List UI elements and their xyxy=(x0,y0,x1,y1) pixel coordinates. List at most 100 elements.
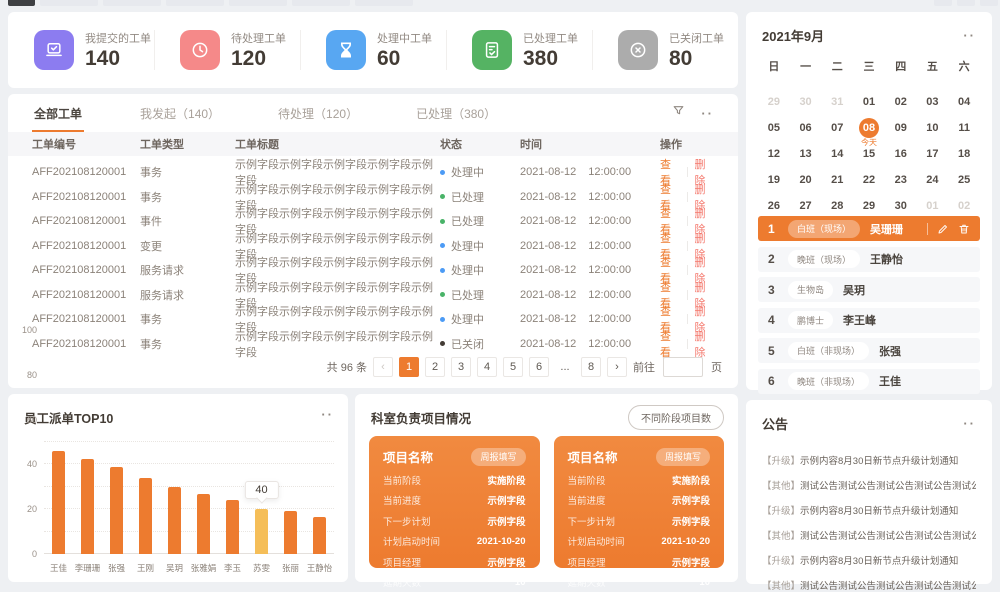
calendar-day[interactable]: 02 xyxy=(885,89,917,115)
calendar-day[interactable]: 18 xyxy=(948,141,980,167)
calendar-day[interactable]: 23 xyxy=(885,167,917,193)
stat-item[interactable]: 我提交的工单140 xyxy=(8,12,154,88)
calendar-day[interactable]: 01 xyxy=(853,89,885,115)
announcement-item[interactable]: 【升级】示例内容8月30日新节点升级计划通知 xyxy=(762,503,976,517)
calendar-day[interactable]: 25 xyxy=(948,167,980,193)
calendar-day[interactable]: 14 xyxy=(821,141,853,167)
stat-item[interactable]: 已关闭工单80 xyxy=(592,12,738,88)
calendar-day[interactable]: 08今天 xyxy=(853,115,885,141)
window-tab-active[interactable] xyxy=(8,0,35,6)
shift-row[interactable]: 6晚班（非现场）王佳 xyxy=(758,369,980,394)
window-control[interactable] xyxy=(980,0,998,6)
pagination-next-button[interactable]: › xyxy=(607,357,627,377)
shift-row[interactable]: 4鹏博士李王峰 xyxy=(758,308,980,333)
calendar-day[interactable]: 05 xyxy=(758,115,790,141)
announcement-item[interactable]: 【其他】测试公告测试公告测试公告测试公告测试公告 xyxy=(762,478,976,492)
window-control[interactable] xyxy=(957,0,975,6)
calendar-day[interactable]: 29 xyxy=(758,89,790,115)
pagination-prev-button[interactable]: ‹ xyxy=(373,357,393,377)
pagination-page-button[interactable]: 1 xyxy=(399,357,419,377)
window-tab[interactable] xyxy=(292,0,350,6)
announcement-item[interactable]: 【其他】测试公告测试公告测试公告测试公告测试公告 xyxy=(762,578,976,592)
calendar-day[interactable]: 15 xyxy=(853,141,885,167)
more-icon[interactable]: ·· xyxy=(963,28,976,43)
stat-item[interactable]: 待处理工单120 xyxy=(154,12,300,88)
tab-orders-0[interactable]: 全部工单 xyxy=(32,94,84,132)
stat-item[interactable]: 已处理工单380 xyxy=(446,12,592,88)
calendar-day[interactable]: 20 xyxy=(790,167,822,193)
bar-王静怡[interactable] xyxy=(313,517,326,554)
field-value: 示例字段 xyxy=(487,555,525,569)
more-icon[interactable]: ·· xyxy=(963,416,976,431)
shift-row[interactable]: 1白班（现场）吴珊珊 xyxy=(758,216,980,241)
phase-count-button[interactable]: 不同阶段项目数 xyxy=(628,405,724,430)
calendar-day[interactable]: 11 xyxy=(948,115,980,141)
announcement-item[interactable]: 【其他】测试公告测试公告测试公告测试公告测试公告 xyxy=(762,528,976,542)
calendar-day[interactable]: 03 xyxy=(917,89,949,115)
project-field: 计划启动时间2021-10-20 xyxy=(568,534,711,548)
filter-icon[interactable] xyxy=(672,104,685,122)
calendar-day[interactable]: 31 xyxy=(821,89,853,115)
weekly-report-badge[interactable]: 周报填写 xyxy=(471,448,525,466)
date-value: 2021-08-12 xyxy=(520,338,576,350)
bar-张强[interactable] xyxy=(110,467,123,554)
announcement-item[interactable]: 【升级】示例内容8月30日新节点升级计划通知 xyxy=(762,453,976,467)
window-tab[interactable] xyxy=(229,0,287,6)
calendar-day[interactable]: 17 xyxy=(917,141,949,167)
shift-row[interactable]: 5白班（非现场）张强 xyxy=(758,338,980,363)
calendar-day[interactable]: 22 xyxy=(853,167,885,193)
bar-slot xyxy=(44,442,73,554)
calendar-day[interactable]: 24 xyxy=(917,167,949,193)
calendar-day[interactable]: 16 xyxy=(885,141,917,167)
pagination-page-button[interactable]: 8 xyxy=(581,357,601,377)
pagination-goto-input[interactable] xyxy=(663,357,703,377)
calendar-day[interactable]: 13 xyxy=(790,141,822,167)
bar-苏雯[interactable] xyxy=(255,509,268,554)
tab-orders-1[interactable]: 我发起（140） xyxy=(138,94,222,132)
shift-row[interactable]: 2晚班（现场）王静怡 xyxy=(758,247,980,272)
more-icon[interactable]: ·· xyxy=(321,407,334,422)
project-card[interactable]: 项目名称周报填写当前阶段实施阶段当前进度示例字段下一步计划示例字段计划启动时间2… xyxy=(554,436,725,568)
tab-orders-2[interactable]: 待处理（120） xyxy=(276,94,360,132)
pagination-page-button[interactable]: 2 xyxy=(425,357,445,377)
calendar-day[interactable]: 04 xyxy=(948,89,980,115)
bar-李玉[interactable] xyxy=(226,500,239,554)
pagination-page-button[interactable]: 5 xyxy=(503,357,523,377)
cell-time: 2021-08-1212:00:00 xyxy=(520,289,660,301)
weekly-report-badge[interactable]: 周报填写 xyxy=(656,448,710,466)
more-icon[interactable]: ·· xyxy=(701,106,714,121)
window-tab[interactable] xyxy=(355,0,413,6)
bar-张丽[interactable] xyxy=(284,511,297,554)
view-link[interactable]: 查看 xyxy=(660,328,680,360)
bar-吴玥[interactable] xyxy=(168,487,181,554)
edit-icon[interactable] xyxy=(937,223,949,235)
calendar-day[interactable]: 10 xyxy=(917,115,949,141)
status-dot-icon xyxy=(440,268,445,273)
trash-icon[interactable] xyxy=(958,223,970,235)
bar-王佳[interactable] xyxy=(52,451,65,554)
stat-item[interactable]: 处理中工单60 xyxy=(300,12,446,88)
bar-李珊珊[interactable] xyxy=(81,459,94,554)
calendar-day[interactable]: 12 xyxy=(758,141,790,167)
calendar-day[interactable]: 19 xyxy=(758,167,790,193)
window-tab[interactable] xyxy=(103,0,161,6)
shift-row[interactable]: 3生物岛吴玥 xyxy=(758,277,980,302)
delete-link[interactable]: 删除 xyxy=(694,328,714,360)
announcement-item[interactable]: 【升级】示例内容8月30日新节点升级计划通知 xyxy=(762,553,976,567)
calendar-day[interactable]: 09 xyxy=(885,115,917,141)
calendar-day[interactable]: 06 xyxy=(790,115,822,141)
project-card[interactable]: 项目名称周报填写当前阶段实施阶段当前进度示例字段下一步计划示例字段计划启动时间2… xyxy=(369,436,540,568)
calendar-day[interactable]: 30 xyxy=(790,89,822,115)
bar-王刚[interactable] xyxy=(139,478,152,554)
calendar-day[interactable]: 07 xyxy=(821,115,853,141)
pagination-page-button[interactable]: 3 xyxy=(451,357,471,377)
tab-orders-3[interactable]: 已处理（380） xyxy=(414,94,498,132)
window-tab[interactable] xyxy=(166,0,224,6)
project-field: 当前进度示例字段 xyxy=(568,493,711,507)
pagination-page-button[interactable]: 4 xyxy=(477,357,497,377)
pagination-page-button[interactable]: 6 xyxy=(529,357,549,377)
calendar-day[interactable]: 21 xyxy=(821,167,853,193)
window-control[interactable] xyxy=(934,0,952,6)
bar-张雅娟[interactable] xyxy=(197,494,210,554)
window-tab[interactable] xyxy=(40,0,98,6)
